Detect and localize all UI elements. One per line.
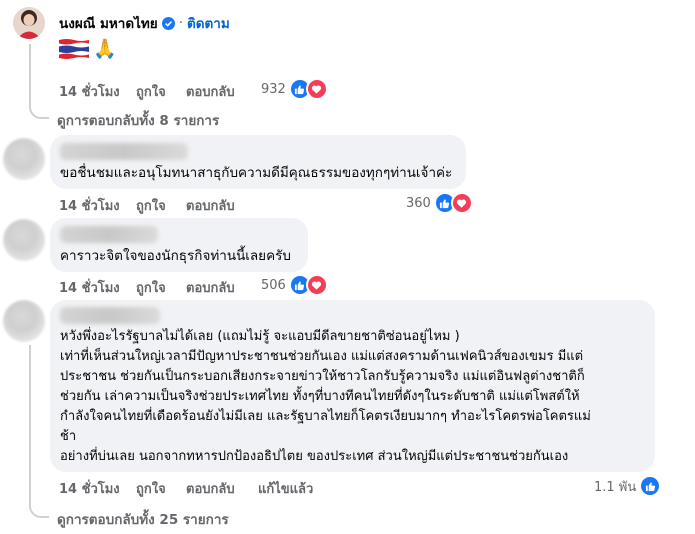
follow-link[interactable]: ติดตาม: [187, 12, 230, 34]
reply-text-line: กำลังใจคนไทยที่เดือดร้อนยังไม่มีเลย และร…: [60, 409, 591, 424]
comment-header: นงผณี มหาดไทย · ติดตาม: [59, 12, 230, 34]
reaction-summary[interactable]: 1.1 พัน: [594, 475, 662, 497]
reaction-count: 360: [406, 195, 431, 211]
reply-avatar[interactable]: [3, 219, 45, 261]
like-reaction-icon: [639, 475, 662, 497]
author-name[interactable]: นงผณี มหาดไทย: [59, 12, 158, 34]
comment-timestamp[interactable]: 14 ชั่วโมง: [59, 81, 120, 102]
reply-text: ขอชื่นชมและอนุโมทนาสาธุกับความดีมีคุณธรร…: [60, 165, 453, 181]
reply-text-block: หวังพึ่งอะไรรัฐบาลไม่ได้เลย (แถมไม่รู้ จ…: [60, 327, 650, 467]
thread-connector: [29, 44, 49, 119]
reaction-summary[interactable]: 360: [406, 192, 473, 214]
reply-actions: 14 ชั่วโมง ถูกใจ ตอบกลับ: [59, 195, 309, 216]
reaction-count: 932: [261, 81, 286, 97]
like-button[interactable]: ถูกใจ: [136, 195, 166, 216]
like-button[interactable]: ถูกใจ: [136, 478, 166, 499]
view-replies-link[interactable]: ดูการตอบกลับทั้ง 8 รายการ: [57, 109, 219, 131]
reply-avatar[interactable]: [3, 138, 45, 180]
reply-bubble: หวังพึ่งอะไรรัฐบาลไม่ได้เลย (แถมไม่รู้ จ…: [50, 300, 655, 472]
edited-label: แก้ไขแล้ว: [258, 482, 314, 497]
reply-text-line: อย่างที่บ่นเลย นอกจากทหารปกป้องอธิปไตย ข…: [60, 449, 569, 464]
reply-avatar[interactable]: [3, 300, 45, 342]
blurred-author-name[interactable]: [60, 143, 188, 160]
love-reaction-icon: [305, 274, 328, 296]
blurred-author-name[interactable]: [60, 307, 160, 324]
reply-text-line: ประชาชน ช่วยกันเป็นกระบอกเสียงกระจายข่าว…: [60, 369, 585, 384]
love-reaction-icon: [305, 78, 328, 100]
author-avatar[interactable]: [13, 7, 45, 39]
reply-bubble: คาราวะจิตใจของนักธุรกิจท่านนี้เลยครับ: [50, 218, 308, 272]
reply-text-line: ช้า: [60, 429, 77, 444]
reply-timestamp[interactable]: 14 ชั่วโมง: [59, 277, 120, 298]
like-button[interactable]: ถูกใจ: [136, 277, 166, 298]
reaction-count: 506: [261, 277, 286, 293]
love-reaction-icon: [450, 192, 473, 214]
reply-button[interactable]: ตอบกลับ: [186, 277, 235, 298]
like-button[interactable]: ถูกใจ: [136, 81, 166, 102]
verified-badge-icon: [161, 16, 175, 30]
praying-hands-emoji: 🙏: [93, 38, 117, 60]
reply-button[interactable]: ตอบกลับ: [186, 478, 235, 499]
reaction-summary[interactable]: 506: [261, 274, 328, 296]
reaction-count: 1.1 พัน: [594, 479, 637, 495]
reply-timestamp[interactable]: 14 ชั่วโมง: [59, 195, 120, 216]
reply-timestamp[interactable]: 14 ชั่วโมง: [59, 478, 120, 499]
reply-text-line: หวังพึ่งอะไรรัฐบาลไม่ได้เลย (แถมไม่รู้ จ…: [60, 329, 460, 344]
thread-connector: [29, 345, 49, 518]
reply-button[interactable]: ตอบกลับ: [186, 81, 235, 102]
comment-emoji-line: 🙏: [59, 38, 117, 60]
blurred-author-name[interactable]: [60, 226, 158, 243]
thailand-flag-icon: [59, 38, 89, 60]
reply-bubble: ขอชื่นชมและอนุโมทนาสาธุกับความดีมีคุณธรร…: [50, 135, 466, 189]
reply-text-line: ช่วยกัน เล่าความเป็นจริงช่วยประเทศไทย ทั…: [60, 389, 580, 404]
reply-actions: 14 ชั่วโมง ถูกใจ ตอบกลับ แก้ไขแล้ว: [59, 478, 379, 499]
reply-button[interactable]: ตอบกลับ: [186, 195, 235, 216]
reply-text-line: เท่าที่เห็นส่วนใหญ่เวลามีปัญหาประชาชนช่ว…: [60, 349, 584, 364]
view-replies-link[interactable]: ดูการตอบกลับทั้ง 25 รายการ: [57, 508, 229, 530]
separator-dot: ·: [178, 15, 183, 31]
reaction-summary[interactable]: 932: [261, 78, 328, 100]
reply-text: คาราวะจิตใจของนักธุรกิจท่านนี้เลยครับ: [60, 248, 291, 264]
